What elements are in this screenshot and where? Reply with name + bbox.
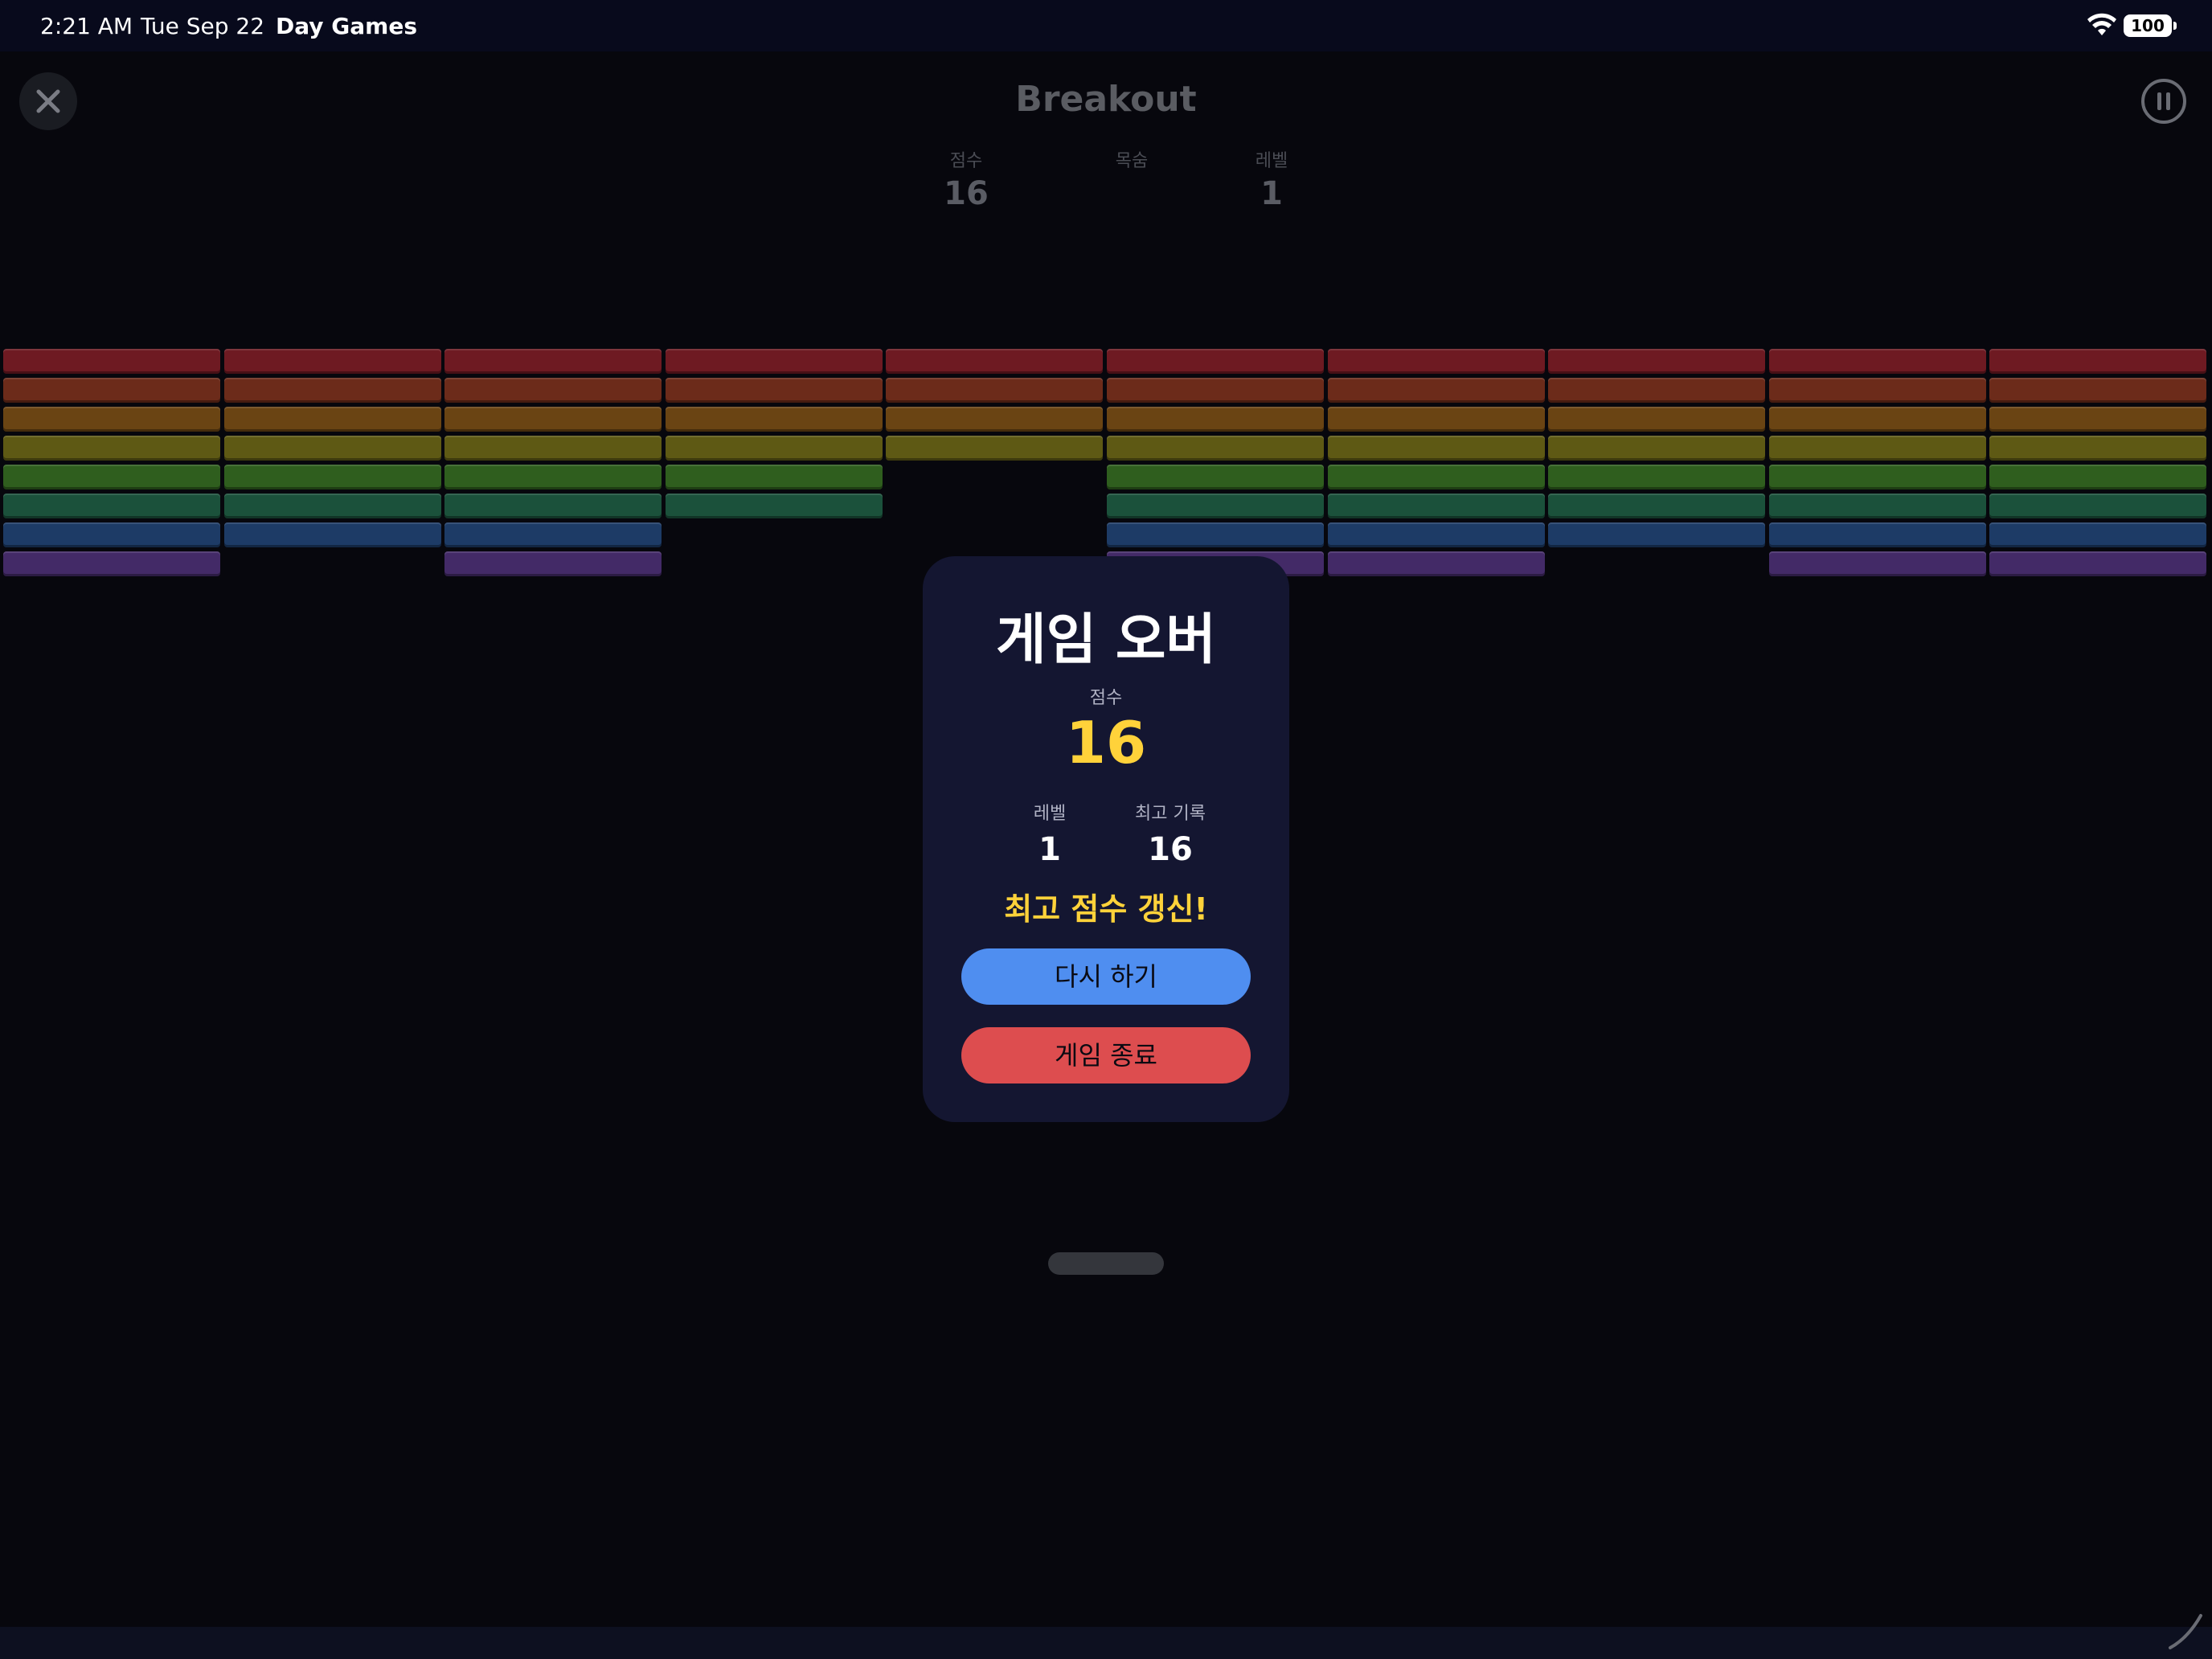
brick [1989,349,2207,374]
home-indicator-bar [0,1627,2212,1659]
brick [1768,494,1986,518]
brick [1107,407,1324,432]
brick [1768,407,1986,432]
brick [1107,522,1324,547]
modal-best-label: 최고 기록 [1135,804,1206,824]
brick [1107,378,1324,403]
brick [1327,465,1545,490]
brick [444,378,662,403]
brick [886,407,1104,432]
brick [665,436,883,461]
brick [1548,436,1766,461]
modal-best-stat: 최고 기록 16 [1114,799,1227,868]
brick [1989,465,2207,490]
brick [665,494,883,518]
brick [1989,378,2207,403]
brick [444,551,662,576]
brick [223,465,441,490]
modal-level-stat: 레벨 1 [993,799,1106,868]
brick [1768,522,1986,547]
retry-button[interactable]: 다시 하기 [961,948,1251,1005]
brick [1548,407,1766,432]
modal-score-value: 16 [1065,709,1147,776]
brick [444,436,662,461]
status-date: Tue Sep 22 [141,13,265,39]
brick [665,378,883,403]
battery-indicator: 100 [2124,14,2177,37]
brick [1327,522,1545,547]
brick [1548,349,1766,374]
brick [1989,436,2207,461]
brick [886,349,1104,374]
modal-title: 게임 오버 [996,608,1216,672]
brick [665,349,883,374]
brick [444,407,662,432]
brick [886,436,1104,461]
brick [223,378,441,403]
brick [444,465,662,490]
brick [3,378,220,403]
brick [1548,522,1766,547]
brick [3,522,220,547]
brick [223,522,441,547]
brick [223,494,441,518]
new-record-banner: 최고 점수 갱신! [1004,891,1208,927]
brick [1327,378,1545,403]
brick [223,349,441,374]
brick [223,407,441,432]
brick [3,551,220,576]
brick [1327,494,1545,518]
modal-score-label: 점수 [1089,688,1123,708]
brick [1548,378,1766,403]
quit-game-button[interactable]: 게임 종료 [961,1027,1251,1083]
brick [444,522,662,547]
brick [1768,465,1986,490]
brick [1327,436,1545,461]
brick [1548,465,1766,490]
brick [1768,378,1986,403]
status-time: 2:21 AM [40,13,133,39]
brick [3,349,220,374]
brick [1107,494,1324,518]
brick [1989,551,2207,576]
brick [1768,436,1986,461]
brick [444,349,662,374]
brick [1548,494,1766,518]
brick [3,436,220,461]
brick [444,494,662,518]
pencil-icon [2169,1614,2202,1649]
modal-level-label: 레벨 [1033,804,1067,824]
modal-level-value: 1 [1038,831,1061,868]
app-root: 2:21 AM Tue Sep 22 Day Games 100 Breakou… [0,0,2212,1659]
brick [1989,407,2207,432]
brick [1107,465,1324,490]
brick [223,436,441,461]
brick [3,407,220,432]
brick [886,378,1104,403]
brick [1327,349,1545,374]
status-bar: 2:21 AM Tue Sep 22 Day Games 100 [0,0,2212,51]
brick [1327,407,1545,432]
game-over-modal: 게임 오버 점수 16 레벨 1 최고 기록 16 최고 점수 갱신! 다시 하… [923,556,1289,1122]
brick [665,465,883,490]
wifi-icon [2087,13,2116,35]
brick [665,407,883,432]
brick [1989,494,2207,518]
brick [1107,436,1324,461]
brick [1768,551,1986,576]
brick [1327,551,1545,576]
brick [1989,522,2207,547]
brick [3,465,220,490]
brick [1107,349,1324,374]
modal-best-value: 16 [1148,831,1193,868]
brick [1768,349,1986,374]
paddle[interactable] [1048,1252,1164,1275]
brick [3,494,220,518]
status-app-name: Day Games [276,13,417,39]
